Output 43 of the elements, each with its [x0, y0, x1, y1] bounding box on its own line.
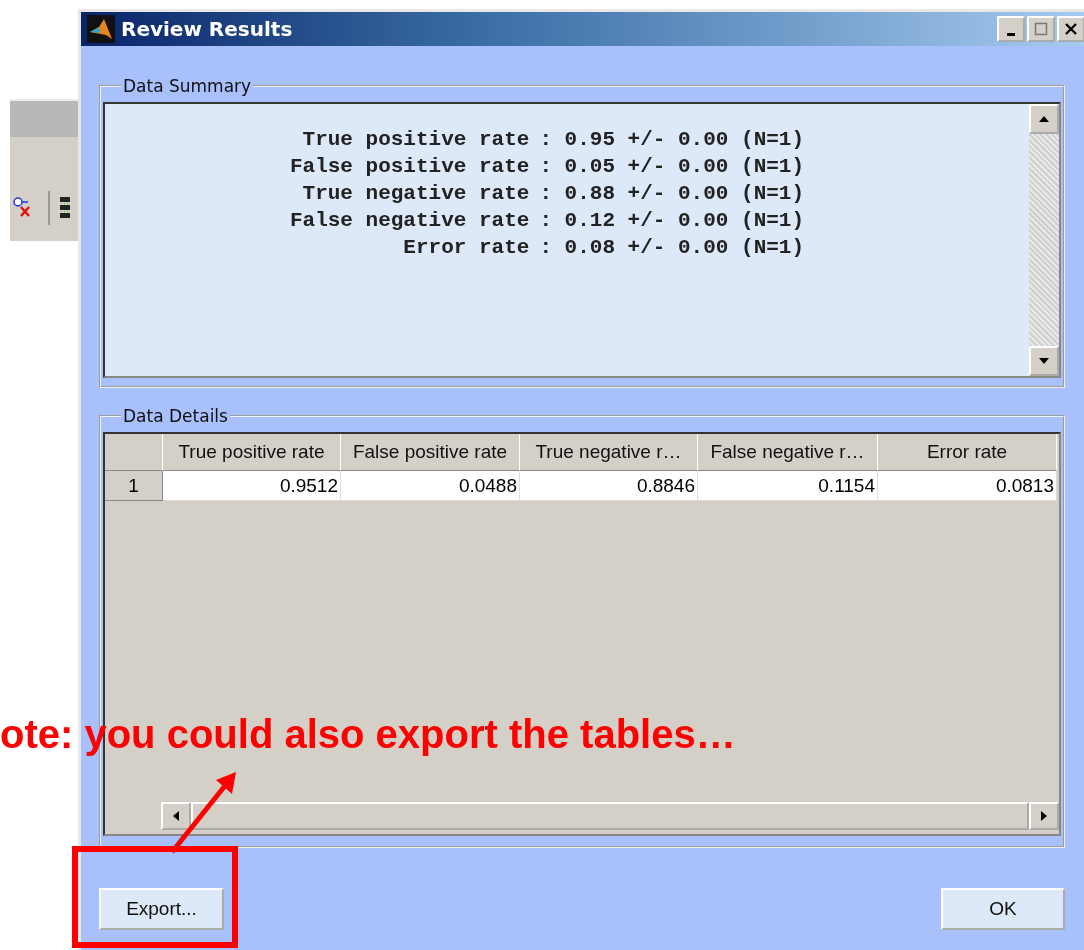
scroll-down-button[interactable]: [1029, 346, 1059, 376]
scroll-right-button[interactable]: [1029, 802, 1059, 830]
table-cell: 0.0488: [341, 471, 520, 501]
table-cell: 0.8846: [520, 471, 698, 501]
minimize-button[interactable]: [997, 16, 1025, 42]
export-button[interactable]: Export...: [99, 888, 224, 930]
summary-label: True negative rate: [301, 181, 530, 207]
panel-title: Data Summary: [122, 76, 253, 96]
up-arrow-icon: [1038, 115, 1050, 123]
summary-label: False negative rate: [289, 208, 530, 234]
maximize-icon: [1034, 22, 1048, 36]
left-arrow-icon: [172, 810, 180, 822]
scroll-left-button[interactable]: [161, 802, 191, 830]
down-arrow-icon: [1038, 357, 1050, 365]
summary-label: False positive rate: [289, 154, 530, 180]
minimize-icon: [1007, 32, 1015, 36]
close-button[interactable]: [1057, 16, 1084, 42]
summary-label: True positive rate: [301, 127, 530, 153]
summary-value: : 0.08 +/- 0.00 (N=1): [539, 235, 805, 261]
scroll-up-button[interactable]: [1029, 104, 1059, 134]
close-icon: [1064, 22, 1078, 36]
right-arrow-icon: [1040, 810, 1048, 822]
window-title: Review Results: [121, 17, 293, 41]
peak-logo-icon: [87, 15, 115, 43]
summary-value: : 0.95 +/- 0.00 (N=1): [539, 127, 805, 153]
row-header[interactable]: 1: [105, 471, 163, 501]
table-cell: 0.1154: [698, 471, 878, 501]
panel-title: Data Details: [122, 406, 229, 426]
maximize-button[interactable]: [1027, 16, 1055, 42]
table-cell: 0.0813: [878, 471, 1057, 501]
summary-label: Error rate: [402, 235, 530, 261]
column-header[interactable]: False negative r…: [698, 434, 878, 471]
column-header[interactable]: True positive rate: [163, 434, 341, 471]
column-header[interactable]: True negative r…: [520, 434, 698, 471]
column-header[interactable]: False positive rate: [341, 434, 520, 471]
summary-value: : 0.88 +/- 0.00 (N=1): [539, 181, 805, 207]
ok-button[interactable]: OK: [941, 888, 1065, 930]
column-header[interactable]: Error rate: [878, 434, 1057, 471]
summary-value: : 0.12 +/- 0.00 (N=1): [539, 208, 805, 234]
table-cell: 0.9512: [163, 471, 341, 501]
vertical-scrollbar[interactable]: [1029, 104, 1059, 376]
summary-value: : 0.05 +/- 0.00 (N=1): [539, 154, 805, 180]
grid-icon[interactable]: [60, 195, 70, 221]
